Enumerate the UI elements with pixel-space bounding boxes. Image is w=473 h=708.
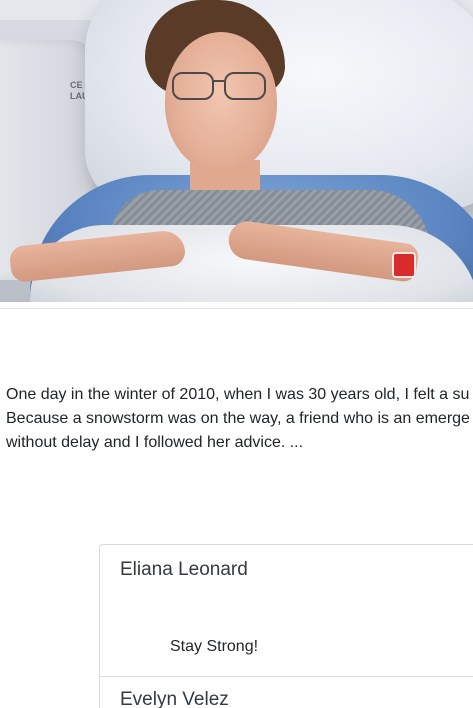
story-line: without delay and I followed her advice.…	[6, 434, 304, 451]
comments-list: Eliana Leonard Stay Strong! Evelyn Velez	[99, 544, 473, 708]
comment-author: Evelyn Velez	[120, 689, 229, 708]
section-divider	[0, 308, 473, 309]
comment-card: Eliana Leonard Stay Strong!	[99, 544, 473, 677]
glasses-right-lens	[224, 72, 266, 100]
hero-photo: CE LAU	[0, 0, 473, 303]
wristband-icon	[392, 252, 416, 278]
story-excerpt: One day in the winter of 2010, when I wa…	[6, 383, 473, 455]
page: CE LAU One day in the winter of 2010, wh…	[0, 0, 473, 708]
comment-message: Stay Strong!	[170, 638, 259, 655]
hero-divider	[0, 302, 473, 303]
comment-card: Evelyn Velez	[99, 676, 473, 708]
story-line: One day in the winter of 2010, when I wa…	[6, 386, 470, 403]
face	[165, 32, 277, 172]
glasses-left-lens	[172, 72, 214, 100]
story-line: Because a snowstorm was on the way, a fr…	[6, 410, 470, 427]
comment-author: Eliana Leonard	[120, 559, 248, 580]
glasses-bridge	[212, 80, 224, 82]
